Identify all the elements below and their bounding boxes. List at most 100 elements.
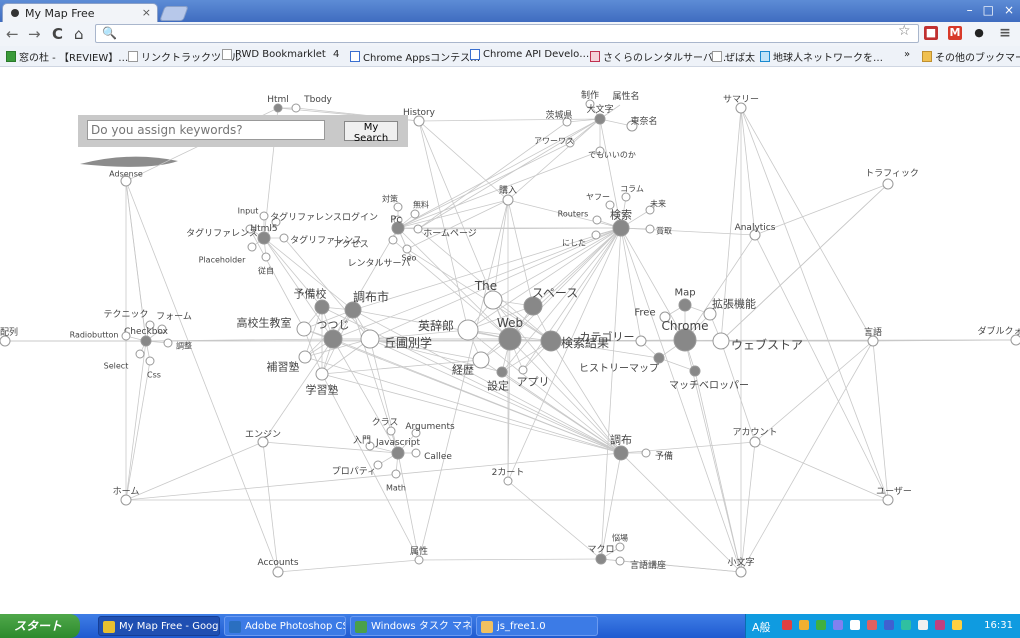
graph-node-label[interactable]: Placeholder (199, 256, 246, 265)
graph-node-label[interactable]: 調整 (176, 341, 192, 351)
task-folder[interactable]: js_free1.0 (476, 616, 598, 636)
forward-arrow-icon[interactable]: → (28, 25, 41, 43)
graph-node-label[interactable]: ヒストリーマップ (579, 362, 659, 374)
graph-node-label[interactable]: 予備校 (294, 287, 327, 301)
graph-node-label[interactable]: 従自 (258, 266, 274, 276)
graph-node-label[interactable]: 丘圃別学 (384, 335, 432, 350)
graph-node-label[interactable]: Html5 (250, 224, 277, 234)
graph-node-label[interactable]: Accounts (257, 558, 298, 568)
graph-node-input[interactable] (259, 211, 269, 221)
bookmark-item[interactable]: 4 (318, 49, 339, 60)
new-tab-button[interactable] (159, 6, 189, 21)
graph-node-label[interactable]: クラス (372, 417, 399, 428)
graph-node-label[interactable]: Arguments (405, 422, 455, 432)
graph-node-nishita[interactable] (591, 230, 601, 240)
graph-node-accounts[interactable] (272, 566, 284, 578)
graph-node-label[interactable]: マッチベロッパー (669, 379, 749, 391)
graph-node-daimoji[interactable] (594, 113, 606, 125)
graph-node-label[interactable]: スペース (532, 286, 579, 300)
graph-node-label[interactable]: 無料 (413, 200, 429, 210)
tray-icon[interactable] (850, 620, 860, 630)
graph-node-koshi[interactable] (323, 329, 343, 349)
back-arrow-icon[interactable]: ← (6, 25, 19, 43)
graph-node-label[interactable]: ダブルクォ (977, 325, 1020, 337)
graph-node-label[interactable]: サマリー (723, 94, 759, 105)
graph-node-label[interactable]: でもいいのか (588, 151, 636, 160)
tab-my-map-free[interactable]: My Map Free × (2, 3, 158, 22)
start-button[interactable]: スタート (0, 614, 80, 638)
graph-node-label[interactable]: Adsense (109, 170, 143, 179)
bookmark-item[interactable]: 窓の杜 - 【REVIEW】… (6, 49, 128, 64)
graph-node-ishoku[interactable] (261, 252, 271, 262)
graph-node-label[interactable]: テクニック (103, 309, 148, 320)
graph-node-label[interactable]: Css (147, 371, 161, 380)
graph-node-label[interactable]: ログイン (342, 211, 378, 223)
graph-node-label[interactable]: Javascript (375, 438, 421, 448)
graph-node-label[interactable]: Input (238, 207, 259, 216)
graph-node-label[interactable]: Select (104, 362, 129, 371)
my-search-button[interactable]: My Search (344, 121, 398, 144)
tray-icon[interactable] (799, 620, 809, 630)
graph-node-gengo[interactable] (615, 556, 625, 566)
reload-icon[interactable]: C (52, 25, 63, 43)
graph-node-history_map[interactable] (653, 352, 665, 364)
address-bar[interactable]: 🔍 (95, 24, 919, 43)
graph-node-label[interactable]: 設定 (487, 379, 509, 393)
graph-node-hoshu[interactable] (298, 350, 312, 364)
bookmark-item[interactable]: RWD Bookmarklet (222, 49, 326, 60)
close-window-icon[interactable]: × (1004, 3, 1014, 17)
graph-node-label[interactable]: 入門 (353, 435, 371, 446)
graph-node-label[interactable]: 配列 (0, 326, 18, 338)
bookmark-item[interactable]: Chrome API Develo… (470, 49, 589, 60)
graph-node-label[interactable]: Callee (424, 452, 452, 462)
graph-node-rental[interactable] (402, 244, 412, 254)
graph-node-yobi[interactable] (641, 448, 651, 458)
graph-node-webstore[interactable] (712, 332, 730, 350)
graph-node-settei[interactable] (496, 366, 508, 378)
graph-node-taisaku[interactable] (393, 202, 403, 212)
tray-icon[interactable] (816, 620, 826, 630)
graph-node-label[interactable]: Routers (558, 210, 589, 219)
bookmark-item[interactable]: ぜば太 (712, 49, 755, 64)
graph-node-kensaku[interactable] (612, 219, 630, 237)
tray-icon[interactable] (918, 620, 928, 630)
graph-node-label[interactable]: ウェブストア (731, 337, 803, 352)
graph-node-label[interactable]: 東奈名 (630, 115, 657, 127)
graph-node-css[interactable] (145, 356, 155, 366)
close-tab-icon[interactable]: × (142, 6, 151, 19)
graph-node-label[interactable]: 茨城県 (545, 109, 572, 121)
graph-node-label[interactable]: アプリ (517, 376, 550, 389)
graph-node-label[interactable]: カテゴリー (580, 330, 635, 344)
graph-node-column[interactable] (621, 192, 631, 202)
graph-node-label[interactable]: 言語 (864, 326, 882, 338)
graph-node-koko[interactable] (296, 321, 312, 337)
graph-node-map[interactable] (678, 298, 692, 312)
graph-node-web[interactable] (498, 327, 522, 351)
tray-icon[interactable] (782, 620, 792, 630)
task-photoshop[interactable]: Adobe Photoshop CS... (224, 616, 346, 636)
graph-node-okaji[interactable] (360, 329, 380, 349)
graph-node-tagref2[interactable] (279, 233, 289, 243)
graph-node-label[interactable]: 言語講座 (630, 559, 666, 571)
graph-node-label[interactable]: Seo (402, 254, 417, 263)
bookmark-star-icon[interactable]: ☆ (898, 23, 911, 39)
graph-node-math[interactable] (391, 469, 401, 479)
graph-node-match[interactable] (689, 365, 701, 377)
extension-dot-icon[interactable]: ● (972, 26, 986, 40)
graph-node-label[interactable]: 賞取 (656, 226, 672, 236)
graph-node-shokai[interactable] (645, 224, 655, 234)
graph-node-select[interactable] (135, 349, 145, 359)
graph-node-muryo[interactable] (410, 209, 420, 219)
graph-node-label[interactable]: 補習塾 (267, 360, 300, 374)
graph-node-radio[interactable] (121, 331, 131, 341)
graph-node-label[interactable]: 学習塾 (306, 383, 339, 397)
graph-node-class[interactable] (386, 426, 396, 436)
tray-icon[interactable] (952, 620, 962, 630)
graph-node-komoji[interactable] (735, 566, 747, 578)
graph-node-tbody[interactable] (291, 103, 301, 113)
task-my-map-free[interactable]: My Map Free - Googl... (98, 616, 220, 636)
bookmarks-overflow[interactable]: » (904, 49, 910, 60)
graph-node-label[interactable]: 属性 (410, 545, 428, 557)
graph-node-label[interactable]: 未来 (650, 199, 666, 209)
graph-node-label[interactable]: Analytics (735, 223, 776, 233)
